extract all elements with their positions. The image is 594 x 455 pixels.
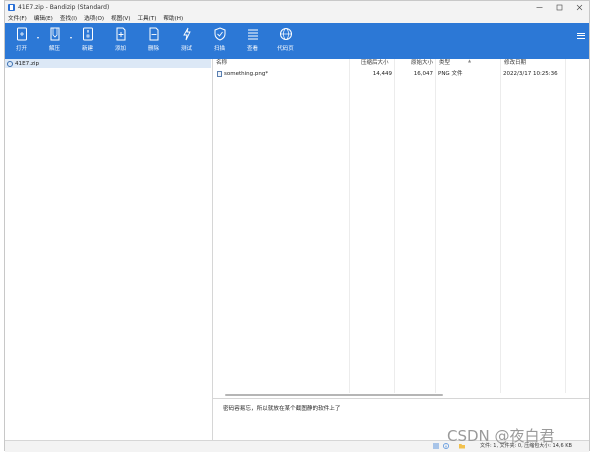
column-divider — [394, 59, 395, 393]
scrollbar-thumb[interactable] — [225, 394, 443, 396]
extract-label: 解压 — [48, 46, 60, 52]
minimize-button[interactable] — [529, 1, 549, 13]
menu-file[interactable]: 文件(F) — [5, 14, 31, 22]
new-button[interactable]: 新建 — [71, 23, 104, 59]
tree-item-label: 41E7.zip — [15, 60, 40, 67]
column-header-modified[interactable]: 修改日期 — [501, 59, 571, 68]
column-header-packed[interactable]: 压缩后大小 — [358, 59, 408, 68]
column-header-size[interactable]: 原始大小 — [408, 59, 438, 68]
table-row[interactable]: something.png* 14,449 16,047 PNG 文件 2022… — [213, 70, 589, 79]
globe-icon — [279, 28, 292, 40]
add-button[interactable]: 添加 — [104, 23, 137, 59]
bandizip-logo-icon — [8, 3, 15, 11]
menu-find[interactable]: 查找(I) — [57, 14, 81, 22]
extract-icon — [50, 27, 59, 41]
maximize-button[interactable] — [549, 1, 569, 13]
png-file-icon — [217, 70, 222, 77]
new-archive-icon — [82, 27, 93, 41]
new-label: 新建 — [81, 46, 93, 52]
title-bar: 41E7.zip - Bandizip (Standard) — [5, 1, 589, 13]
toolbar-menu-icon[interactable] — [577, 31, 585, 39]
column-header-name[interactable]: 名称 — [213, 59, 348, 68]
test-button[interactable]: 测试 — [170, 23, 203, 59]
toolbar: 打开 ▾ 解压 ▾ 新建 添加 删除 测试 扫描 查看 代码页 — [5, 23, 589, 59]
add-label: 添加 — [114, 46, 126, 52]
menu-bar: 文件(F) 编辑(E) 查找(I) 选项(O) 视图(V) 工具(T) 帮助(H… — [5, 13, 589, 23]
file-list: 名称 压缩后大小 原始大小 ▲ 类型 修改日期 something.png* 1… — [213, 58, 589, 393]
app-window: 41E7.zip - Bandizip (Standard) 文件(F) 编辑(… — [4, 0, 590, 452]
list-view-icon[interactable] — [433, 443, 439, 449]
file-original-size: 16,047 — [413, 71, 433, 77]
open-archive-icon — [16, 27, 27, 41]
archive-icon — [7, 60, 13, 67]
folder-tree: 41E7.zip — [5, 59, 213, 440]
column-divider — [349, 59, 350, 393]
extract-button[interactable]: 解压 ▾ — [38, 23, 72, 59]
column-header-type[interactable]: 类型 — [436, 59, 498, 68]
archive-comment: 密码容易忘，所以就放在某个截图静的软件上了 — [223, 406, 341, 412]
file-modified: 2022/3/17 10:25:36 — [503, 71, 558, 77]
view-button[interactable]: 查看 — [236, 23, 269, 59]
menu-help[interactable]: 帮助(H) — [160, 14, 187, 22]
scan-label: 扫描 — [213, 46, 225, 52]
file-type: PNG 文件 — [438, 71, 463, 77]
codepage-label: 代码页 — [277, 46, 294, 52]
window-title: 41E7.zip - Bandizip (Standard) — [18, 3, 110, 11]
view-label: 查看 — [246, 46, 258, 52]
file-name: something.png* — [224, 71, 269, 77]
column-divider — [565, 59, 566, 393]
csdn-watermark: CSDN @夜白君 — [447, 427, 555, 445]
open-button[interactable]: 打开 ▾ — [5, 23, 39, 59]
delete-button[interactable]: 删除 — [137, 23, 170, 59]
test-icon — [182, 27, 191, 41]
open-label: 打开 — [15, 46, 27, 52]
file-name-cell: something.png* — [217, 70, 347, 79]
delete-file-icon — [149, 27, 158, 41]
menu-edit[interactable]: 编辑(E) — [31, 14, 57, 22]
scan-button[interactable]: 扫描 — [203, 23, 236, 59]
window-controls — [529, 1, 589, 13]
codepage-button[interactable]: 代码页 — [269, 23, 302, 59]
view-list-icon — [247, 29, 258, 40]
delete-label: 删除 — [147, 46, 159, 52]
close-button[interactable] — [569, 1, 589, 13]
menu-options[interactable]: 选项(O) — [81, 14, 108, 22]
menu-tools[interactable]: 工具(T) — [134, 14, 160, 22]
column-divider — [435, 59, 436, 393]
menu-view[interactable]: 视图(V) — [108, 14, 134, 22]
scan-shield-icon — [214, 27, 225, 41]
column-divider — [500, 59, 501, 393]
add-file-icon — [116, 27, 125, 41]
tree-item-root[interactable]: 41E7.zip — [5, 59, 211, 68]
file-packed-size: 14,449 — [372, 71, 392, 77]
test-label: 测试 — [180, 46, 192, 52]
